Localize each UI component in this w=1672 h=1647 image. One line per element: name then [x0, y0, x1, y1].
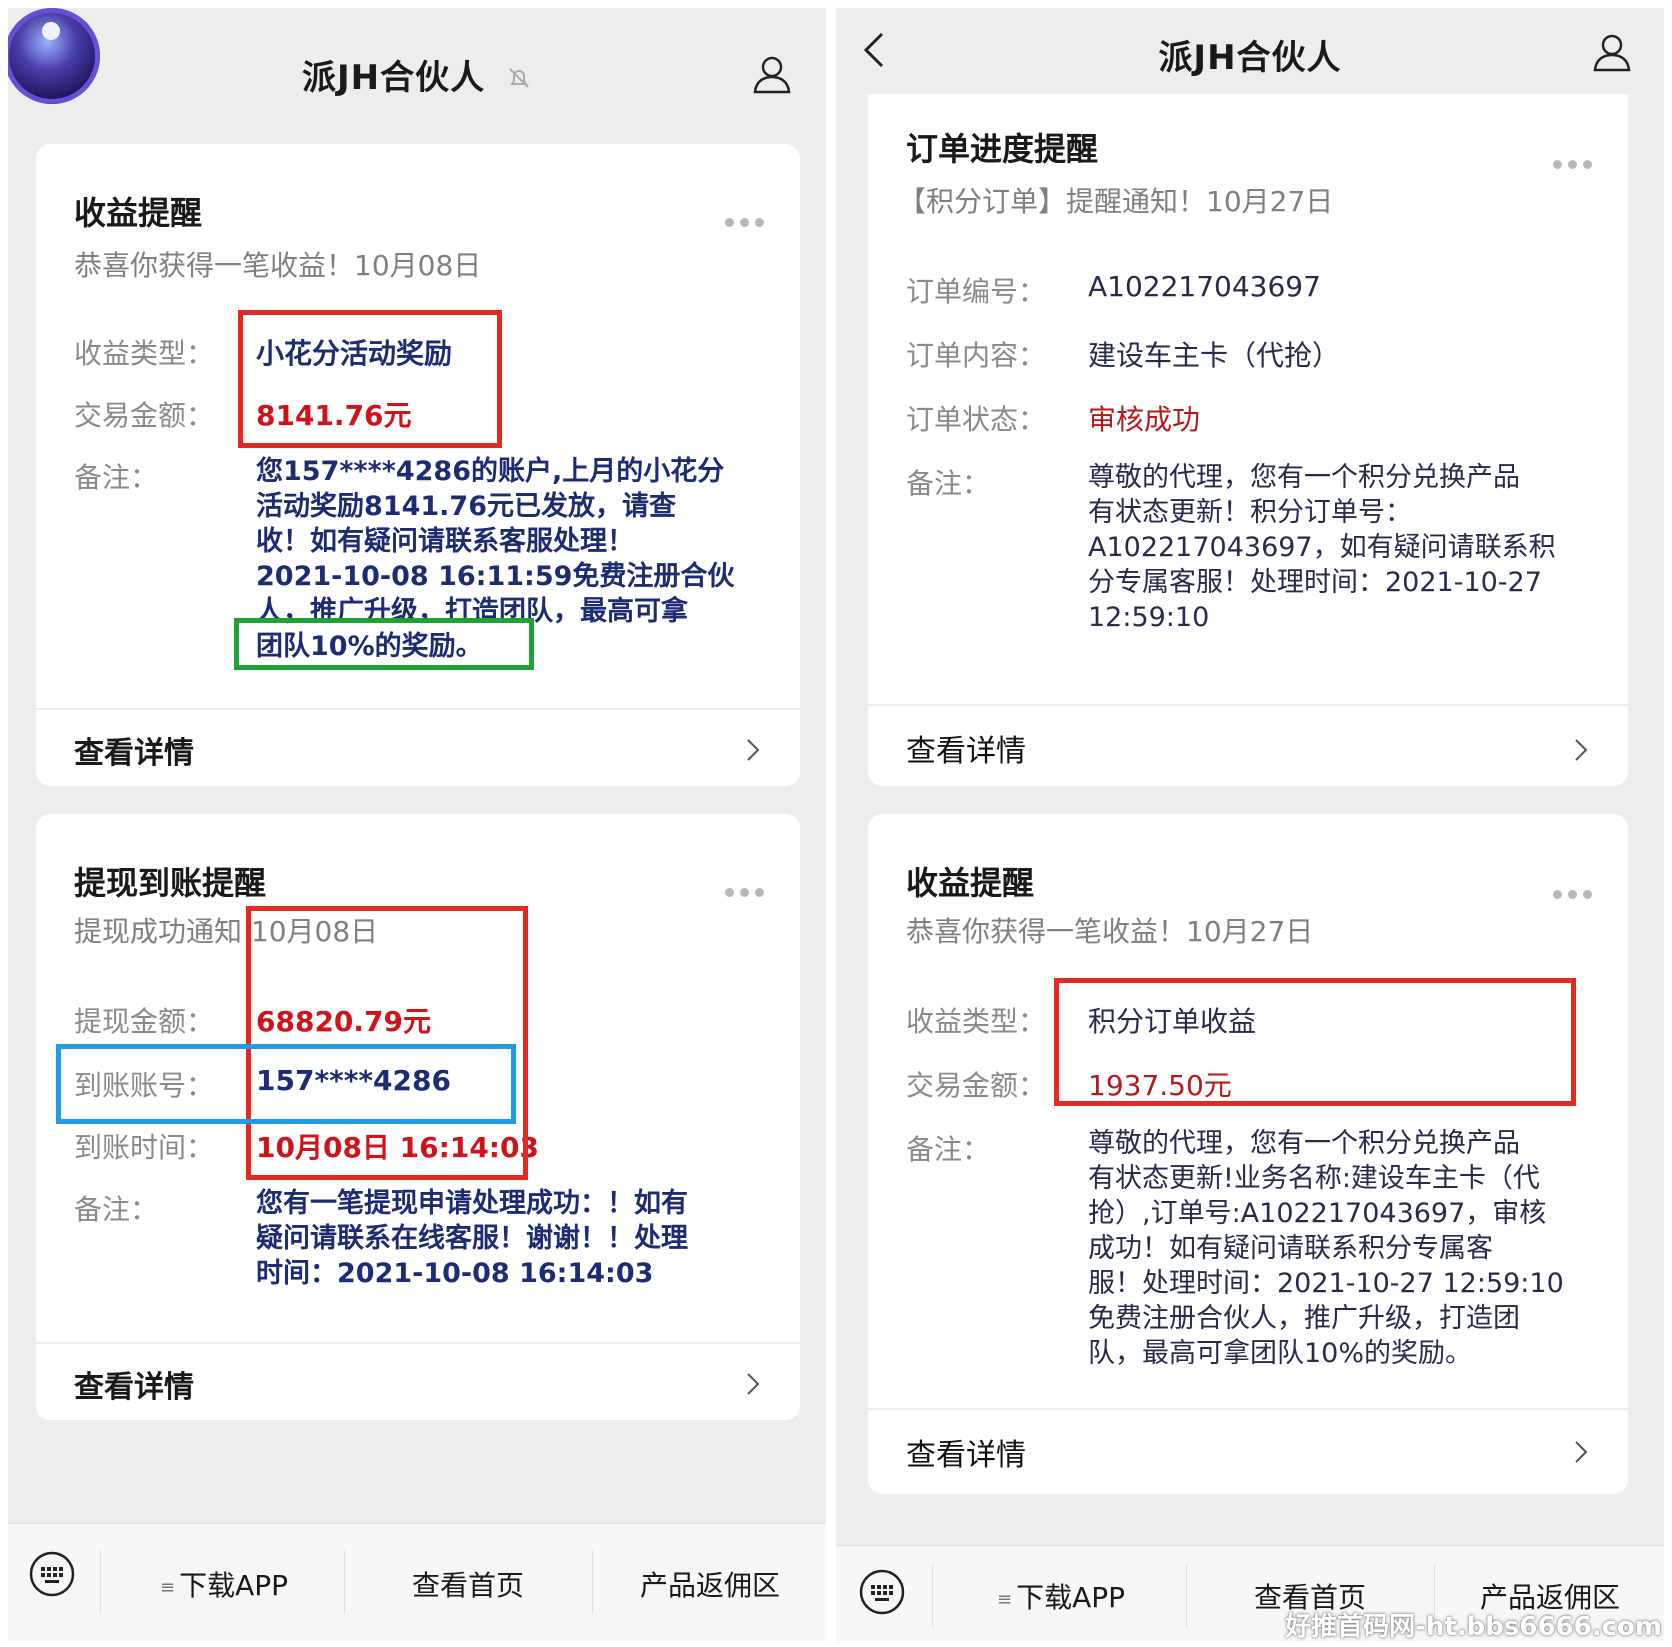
note-line: 分专属客服！处理时间：2021-10-27 [1088, 567, 1542, 598]
income-type-label: 收益类型： [906, 1005, 1047, 1038]
highlight-box-red [1054, 978, 1576, 1106]
note-label: 备注： [906, 1133, 991, 1166]
menu-label: 产品返佣区 [639, 1569, 780, 1602]
note-line: 有状态更新!业务名称:建设车主卡（代 [1088, 1163, 1540, 1194]
note-line: 尊敬的代理，您有一个积分兑换产品 [1088, 462, 1520, 493]
page-title: 派JH合伙人 [8, 50, 826, 100]
left-chat-screen: 派JH合伙人 收益提醒 恭喜你获得一笔收益！10月08日 收益类型： 小花分活动… [8, 8, 826, 1642]
person-icon[interactable] [1592, 32, 1632, 76]
withdraw-amount-label: 提现金额： [74, 1005, 215, 1038]
highlight-box-blue [56, 1044, 516, 1124]
divider [36, 708, 800, 710]
note-text: 您有一笔提现申请处理成功：！如有 疑问请联系在线客服！谢谢！！处理 时间：202… [256, 1186, 688, 1291]
note-line: 疑问请联系在线客服！谢谢！！处理 [256, 1223, 688, 1254]
note-label: 备注： [74, 1193, 159, 1226]
note-line: A102217043697，如有疑问请联系积 [1088, 532, 1556, 563]
income-reminder-card[interactable]: 收益提醒 恭喜你获得一笔收益！10月08日 收益类型： 小花分活动奖励 交易金额… [36, 144, 800, 786]
right-chat-screen: 派JH合伙人 订单进度提醒 【积分订单】提醒通知！10月27日 订单编号： A1… [836, 8, 1664, 1642]
chevron-right-icon [746, 1372, 760, 1400]
card-title: 收益提醒 [74, 194, 203, 232]
note-line: 免费注册合伙人，推广升级，打造团 [1088, 1303, 1520, 1334]
menu-product-rebate[interactable]: 产品返佣区 [596, 1564, 824, 1604]
note-label: 备注： [906, 467, 991, 500]
more-icon[interactable] [1547, 154, 1592, 173]
note-text: 尊敬的代理，您有一个积分兑换产品 有状态更新！积分订单号： A102217043… [1088, 460, 1556, 635]
menu-icon: ≡ [159, 1576, 176, 1598]
separator [592, 1550, 593, 1614]
view-details-link[interactable]: 查看详情 [74, 728, 194, 772]
note-line: 尊敬的代理，您有一个积分兑换产品 [1088, 1128, 1520, 1159]
menu-view-home[interactable]: 查看首页 [348, 1564, 588, 1604]
chevron-right-icon [1574, 1440, 1588, 1468]
note-text: 尊敬的代理，您有一个积分兑换产品 有状态更新!业务名称:建设车主卡（代 抢）,订… [1088, 1126, 1564, 1371]
view-details-link[interactable]: 查看详情 [906, 726, 1026, 770]
separator [932, 1564, 933, 1628]
separator [100, 1550, 101, 1614]
card-subtitle: 恭喜你获得一笔收益！10月27日 [906, 915, 1314, 948]
card-title: 订单进度提醒 [906, 130, 1099, 168]
note-line: 抢）,订单号:A102217043697，审核 [1088, 1198, 1547, 1229]
top-bar: 派JH合伙人 [836, 8, 1664, 94]
more-icon[interactable] [719, 882, 764, 901]
order-progress-card[interactable]: 订单进度提醒 【积分订单】提醒通知！10月27日 订单编号： A10221704… [868, 94, 1628, 786]
menu-icon: ≡ [996, 1588, 1013, 1610]
order-content-label: 订单内容： [906, 339, 1047, 372]
menu-label: 下载APP [1016, 1581, 1126, 1614]
income-reminder-card[interactable]: 收益提醒 恭喜你获得一笔收益！10月27日 收益类型： 积分订单收益 交易金额：… [868, 814, 1628, 1494]
keyboard-icon[interactable] [858, 1568, 906, 1620]
card-title: 提现到账提醒 [74, 864, 267, 902]
note-line: 活动奖励8141.76元已发放，请查 [256, 491, 676, 522]
order-status-label: 订单状态： [906, 403, 1047, 436]
card-subtitle: 恭喜你获得一笔收益！10月08日 [74, 249, 482, 282]
menu-label: 下载APP [179, 1569, 289, 1602]
watermark: 好推首码网-ht.bbs6666.com [1285, 1612, 1662, 1642]
order-no-label: 订单编号： [906, 275, 1047, 308]
income-type-label: 收益类型： [74, 337, 215, 370]
card-title: 收益提醒 [906, 864, 1035, 902]
separator [344, 1550, 345, 1614]
chevron-right-icon [746, 738, 760, 766]
chevron-right-icon [1574, 738, 1588, 766]
arrival-time-label: 到账时间： [74, 1131, 215, 1164]
bottom-menu-bar: ≡ 下载APP 查看首页 产品返佣区 [8, 1523, 826, 1642]
view-details-link[interactable]: 查看详情 [74, 1362, 194, 1406]
divider [36, 1342, 800, 1344]
more-icon[interactable] [719, 212, 764, 231]
note-label: 备注： [74, 461, 159, 494]
view-details-link[interactable]: 查看详情 [906, 1430, 1026, 1474]
note-line: 2021-10-08 16:11:59免费注册合伙 [256, 561, 735, 592]
divider [868, 704, 1628, 706]
note-line: 成功！如有疑问请联系积分专属客 [1088, 1233, 1493, 1264]
amount-label: 交易金额： [74, 399, 215, 432]
menu-download-app[interactable]: ≡ 下载APP [936, 1576, 1186, 1616]
note-line: 服！处理时间：2021-10-27 12:59:10 [1088, 1268, 1564, 1299]
note-line: 有状态更新！积分订单号： [1088, 497, 1412, 528]
order-no-value: A102217043697 [1088, 270, 1321, 303]
menu-label: 查看首页 [411, 1569, 524, 1602]
keyboard-icon[interactable] [28, 1550, 76, 1602]
note-line: 时间：2021-10-08 16:14:03 [256, 1258, 654, 1289]
note-line: 您有一笔提现申请处理成功：！如有 [256, 1188, 688, 1219]
page-title: 派JH合伙人 [1158, 38, 1342, 78]
order-status-value: 审核成功 [1088, 403, 1201, 436]
highlight-box-green [234, 618, 534, 670]
note-line: 12:59:10 [1088, 602, 1210, 633]
card-subtitle: 【积分订单】提醒通知！10月27日 [898, 185, 1334, 218]
title-text: 派JH合伙人 [302, 58, 486, 98]
more-icon[interactable] [1547, 884, 1592, 903]
highlight-box-red [238, 310, 502, 448]
divider [868, 1408, 1628, 1410]
separator [1186, 1564, 1187, 1628]
note-line: 收！如有疑问请联系客服处理！ [256, 526, 634, 557]
order-content-value: 建设车主卡（代抢） [1088, 339, 1341, 372]
menu-download-app[interactable]: ≡ 下载APP [108, 1564, 340, 1604]
mute-bell-icon [506, 60, 532, 100]
person-icon[interactable] [752, 54, 792, 98]
highlight-box-red [246, 906, 528, 1180]
top-bar: 派JH合伙人 [8, 8, 826, 116]
amount-label: 交易金额： [906, 1069, 1047, 1102]
note-line: 您157****4286的账户,上月的小花分 [256, 456, 725, 487]
note-line: 队，最高可拿团队10%的奖励。 [1088, 1338, 1473, 1369]
